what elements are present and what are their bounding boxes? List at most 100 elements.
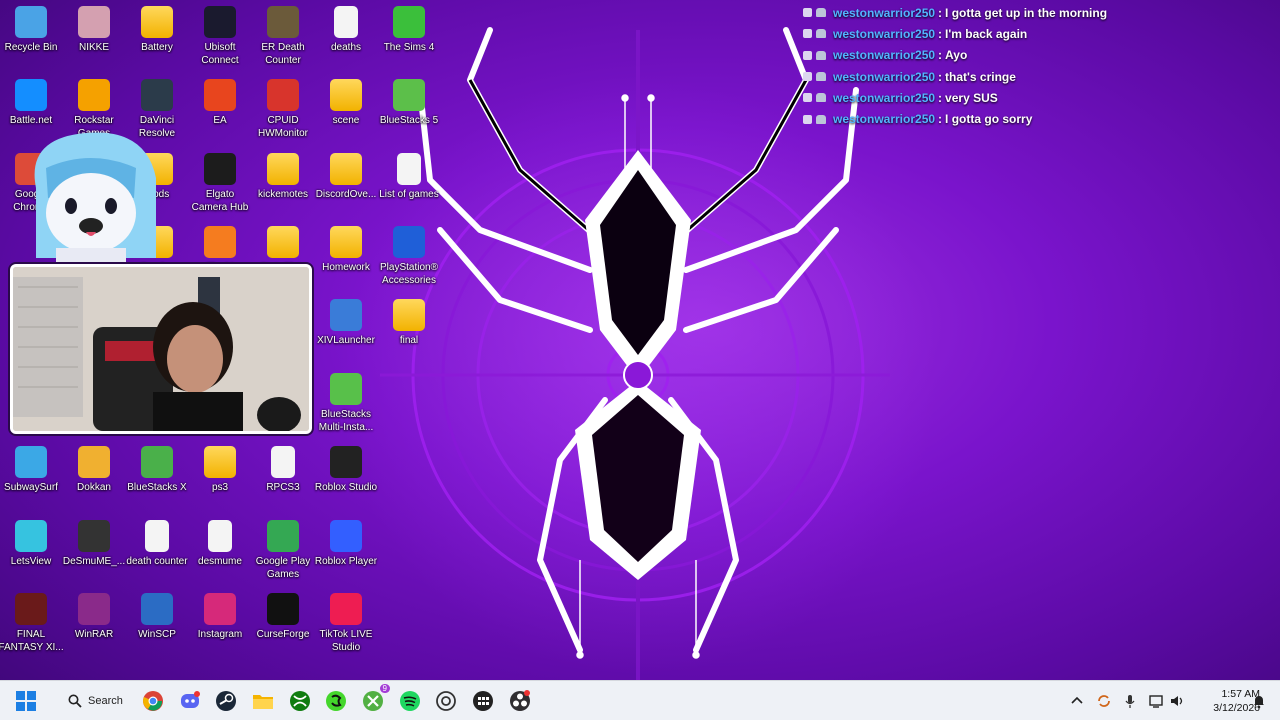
desktop-icon[interactable]: Dokkan bbox=[61, 446, 127, 494]
taskbar-spotify[interactable] bbox=[394, 685, 426, 717]
desktop-icon[interactable]: XIVLauncher bbox=[313, 299, 379, 347]
desktop-icon[interactable]: WinRAR bbox=[61, 593, 127, 641]
chat-platform-icon bbox=[816, 29, 826, 39]
desktop-icon[interactable]: EA bbox=[187, 79, 253, 127]
desktop-icon[interactable]: desmume bbox=[187, 520, 253, 568]
desktop-icon[interactable]: Elgato Camera Hub bbox=[187, 153, 253, 214]
desktop-icon[interactable]: BlueStacks 5 bbox=[376, 79, 442, 127]
desktop-icon-label: Homework bbox=[322, 262, 370, 273]
nikke-icon bbox=[78, 6, 110, 38]
desktop-icon-label: Battery bbox=[141, 42, 173, 53]
desktop-icon[interactable]: NIKKE bbox=[61, 6, 127, 54]
taskbar-obs[interactable] bbox=[504, 685, 536, 717]
desktop-icon[interactable]: Battery bbox=[124, 6, 190, 54]
xivlauncher-icon bbox=[330, 299, 362, 331]
taskbar-xbox[interactable] bbox=[284, 685, 316, 717]
bluestacks-x-icon bbox=[141, 446, 173, 478]
desktop-icon-label: DiscordOve... bbox=[315, 189, 377, 200]
desktop-icon-label: Roblox Player bbox=[314, 556, 378, 567]
taskbar-xbox-game-bar[interactable]: 9 bbox=[357, 684, 390, 717]
desktop-icon[interactable]: Ubisoft Connect bbox=[187, 6, 253, 67]
desktop-icon[interactable]: TikTok LIVE Studio bbox=[313, 593, 379, 654]
desktop-icon-label: WinSCP bbox=[138, 629, 176, 640]
roblox-player-icon bbox=[330, 520, 362, 552]
microphone-icon[interactable] bbox=[1122, 693, 1138, 709]
fivem-icon bbox=[204, 226, 236, 258]
xbox-gamebar-icon bbox=[363, 691, 383, 711]
folder-icon bbox=[330, 226, 362, 258]
chat-badge-icon bbox=[803, 50, 812, 60]
folder-icon bbox=[141, 6, 173, 38]
vtuber-avatar bbox=[34, 132, 156, 268]
winscp-icon bbox=[141, 593, 173, 625]
taskbar-file-explorer[interactable] bbox=[247, 685, 279, 717]
desktop-icon-label: Ubisoft Connect bbox=[201, 42, 239, 66]
desktop-icon[interactable]: WinSCP bbox=[124, 593, 190, 641]
desktop-icon[interactable]: deaths bbox=[313, 6, 379, 54]
taskbar-elgato[interactable] bbox=[430, 685, 462, 717]
desktop-icon[interactable]: kickemotes bbox=[250, 153, 316, 201]
folder-icon bbox=[204, 446, 236, 478]
chat-username: westonwarrior250 bbox=[833, 69, 936, 84]
show-hidden-icons-chevron-icon[interactable] bbox=[1069, 693, 1085, 709]
start-button[interactable] bbox=[10, 685, 42, 717]
file-icon bbox=[145, 520, 169, 552]
file-icon bbox=[271, 446, 295, 478]
desktop-icon[interactable]: LetsView bbox=[0, 520, 64, 568]
chat-platform-icon bbox=[816, 114, 826, 124]
desktop-icon[interactable]: SubwaySurf bbox=[0, 446, 64, 494]
desktop-icon[interactable]: The Sims 4 bbox=[376, 6, 442, 54]
desktop-icon-label: DeSmuME_... bbox=[62, 556, 126, 567]
letsview-icon bbox=[15, 520, 47, 552]
desktop-icon[interactable]: Instagram bbox=[187, 593, 253, 641]
desktop-icon-label: RPCS3 bbox=[266, 482, 300, 493]
stream-chat-overlay: westonwarrior250: I gotta get up in the m… bbox=[803, 2, 1273, 130]
desktop-icon-label: NIKKE bbox=[78, 42, 109, 53]
desktop-icon[interactable]: Roblox Studio bbox=[313, 446, 379, 494]
desktop-icon[interactable]: FINAL FANTASY XI... bbox=[0, 593, 64, 654]
desktop-icon[interactable]: final bbox=[376, 299, 442, 347]
desktop-icon[interactable]: DeSmuME_... bbox=[61, 520, 127, 568]
desktop-icon[interactable]: BlueStacks X bbox=[124, 446, 190, 494]
desktop-icon[interactable]: scene bbox=[313, 79, 379, 127]
taskbar-razer[interactable] bbox=[320, 685, 352, 717]
desktop-icon[interactable]: Battle.net bbox=[0, 79, 64, 127]
chat-text: I gotta go sorry bbox=[945, 112, 1033, 127]
network-icon[interactable] bbox=[1148, 693, 1164, 709]
desktop-icon[interactable]: CPUID HWMonitor bbox=[250, 79, 316, 140]
hwmonitor-icon bbox=[267, 79, 299, 111]
folder-icon bbox=[267, 226, 299, 258]
folder-icon bbox=[253, 695, 273, 709]
desktop-icon[interactable]: RPCS3 bbox=[250, 446, 316, 494]
desktop-icon[interactable]: List of games bbox=[376, 153, 442, 201]
chat-separator: : bbox=[938, 26, 943, 41]
desktop-icon[interactable]: Recycle Bin bbox=[0, 6, 64, 54]
desktop-icon[interactable]: ER Death Counter bbox=[250, 6, 316, 67]
desktop-icon-label: death counter bbox=[126, 556, 188, 567]
folder-icon bbox=[330, 79, 362, 111]
desktop-icon[interactable]: BlueStacks Multi-Insta... bbox=[313, 373, 379, 434]
desktop-icon[interactable]: Homework bbox=[313, 226, 379, 274]
volume-icon[interactable] bbox=[1169, 693, 1185, 709]
desktop-icon-label: EA bbox=[213, 115, 227, 126]
chat-text: that's cringe bbox=[945, 69, 1016, 84]
sync-icon[interactable] bbox=[1096, 693, 1112, 709]
desktop-icon[interactable]: DiscordOve... bbox=[313, 153, 379, 201]
taskbar-chrome[interactable] bbox=[137, 685, 169, 717]
desktop-icon[interactable]: Google Play Games bbox=[250, 520, 316, 581]
taskbar-steam[interactable] bbox=[210, 685, 242, 717]
ea-icon bbox=[204, 79, 236, 111]
chat-separator: : bbox=[938, 90, 943, 105]
taskbar-stream-deck[interactable] bbox=[467, 685, 499, 717]
desktop-icon[interactable]: Roblox Player bbox=[313, 520, 379, 568]
system-clock[interactable]: 1:57 AM 3/12/2026 bbox=[1190, 687, 1260, 715]
desktop-icon[interactable]: ps3 bbox=[187, 446, 253, 494]
notifications-icon[interactable] bbox=[1251, 693, 1267, 709]
desktop-icon[interactable]: PlayStation® Accessories bbox=[376, 226, 442, 287]
taskbar-discord[interactable] bbox=[174, 685, 206, 717]
sims-icon bbox=[393, 6, 425, 38]
desktop-icon[interactable]: death counter bbox=[124, 520, 190, 568]
desktop-icon[interactable]: CurseForge bbox=[250, 593, 316, 641]
taskbar-search[interactable]: Search bbox=[58, 687, 128, 715]
chat-message: westonwarrior250: that's cringe bbox=[803, 66, 1273, 87]
